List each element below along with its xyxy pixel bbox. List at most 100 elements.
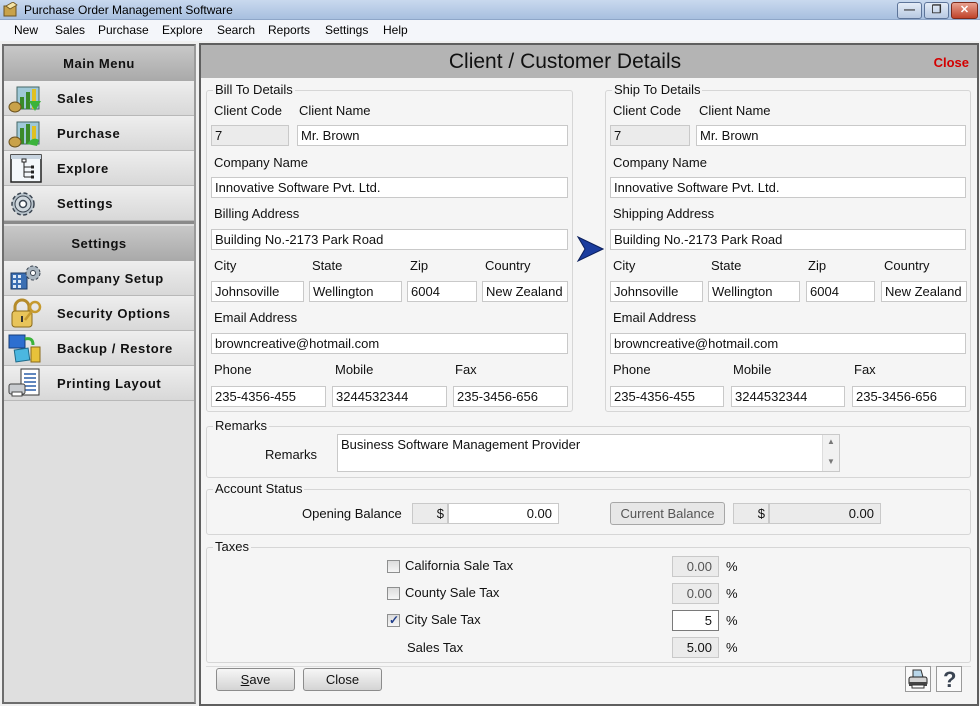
window-title: Purchase Order Management Software: [24, 3, 233, 17]
print-button[interactable]: [905, 666, 931, 692]
ship-company-name-field[interactable]: Innovative Software Pvt. Ltd.: [610, 177, 966, 198]
zip-label: Zip: [808, 258, 827, 273]
menu-purchase[interactable]: Purchase: [98, 23, 149, 37]
ship-phone-field[interactable]: 235-4356-455: [610, 386, 724, 407]
sales-tax-field: 5.00: [672, 637, 719, 658]
menu-bar: New Sales Purchase Explore Search Report…: [0, 20, 980, 41]
sidebar-divider: [4, 221, 194, 224]
bill-company-name-field[interactable]: Innovative Software Pvt. Ltd.: [211, 177, 568, 198]
bill-state-field[interactable]: Wellington: [309, 281, 402, 302]
sidebar-item-company-setup[interactable]: Company Setup: [4, 261, 194, 296]
sidebar-item-settings[interactable]: Settings: [4, 186, 194, 221]
county-tax-checkbox[interactable]: [387, 587, 400, 600]
remarks-scrollbar[interactable]: ▲ ▼: [822, 435, 839, 471]
ship-fax-field[interactable]: 235-3456-656: [852, 386, 966, 407]
ship-client-name-field[interactable]: Mr. Brown: [696, 125, 966, 146]
bill-client-name-field[interactable]: Mr. Brown: [297, 125, 568, 146]
bill-phone-field[interactable]: 235-4356-455: [211, 386, 326, 407]
sidebar-item-label: Purchase: [57, 126, 121, 141]
opening-balance-field[interactable]: 0.00: [448, 503, 559, 524]
city-tax-label: City Sale Tax: [405, 612, 481, 627]
city-tax-checkbox[interactable]: ✓: [387, 613, 400, 627]
sidebar-item-purchase[interactable]: Purchase: [4, 116, 194, 151]
sidebar-item-label: Backup / Restore: [57, 341, 173, 356]
company-name-label: Company Name: [613, 155, 707, 170]
sidebar-item-printing-layout[interactable]: Printing Layout: [4, 366, 194, 401]
sidebar-item-sales[interactable]: Sales: [4, 81, 194, 116]
ship-country-field[interactable]: New Zealand: [881, 281, 967, 302]
restore-button[interactable]: ❐: [924, 2, 949, 19]
window-close-button[interactable]: ✕: [951, 2, 978, 19]
padlock-key-icon: [11, 298, 42, 328]
percent-sign: %: [726, 613, 738, 628]
scroll-up-icon[interactable]: ▲: [827, 437, 835, 446]
minimize-button[interactable]: —: [897, 2, 922, 19]
taxes-group: Taxes California Sale Tax 0.00 % County …: [206, 539, 971, 663]
city-tax-field[interactable]: 5: [672, 610, 719, 631]
menu-settings[interactable]: Settings: [325, 23, 368, 37]
save-button[interactable]: Save: [216, 668, 295, 691]
sidebar: Main Menu Sales Purchase Explore Setting…: [2, 44, 196, 704]
settings-heading: Settings: [4, 226, 194, 261]
scroll-down-icon[interactable]: ▼: [827, 457, 835, 466]
bill-zip-field[interactable]: 6004: [407, 281, 477, 302]
sales-tax-label: Sales Tax: [407, 640, 464, 655]
ship-client-code-field: 7: [610, 125, 690, 146]
company-name-label: Company Name: [214, 155, 308, 170]
help-button[interactable]: ?: [936, 666, 962, 692]
opening-currency-symbol: $: [412, 503, 448, 524]
client-code-label: Client Code: [613, 103, 681, 118]
sidebar-item-label: Explore: [57, 161, 109, 176]
menu-sales[interactable]: Sales: [55, 23, 85, 37]
current-balance-button[interactable]: Current Balance: [610, 502, 725, 525]
main-menu-heading: Main Menu: [4, 46, 194, 81]
city-label: City: [214, 258, 237, 273]
ship-email-field[interactable]: browncreative@hotmail.com: [610, 333, 966, 354]
sales-chart-icon: [8, 86, 41, 113]
sidebar-item-explore[interactable]: Explore: [4, 151, 194, 186]
sidebar-item-backup-restore[interactable]: Backup / Restore: [4, 331, 194, 366]
bill-country-field[interactable]: New Zealand: [482, 281, 568, 302]
panel-header: Client / Customer Details Close: [201, 45, 977, 78]
county-tax-field: 0.00: [672, 583, 719, 604]
header-close-link[interactable]: Close: [934, 55, 969, 70]
bill-fax-field[interactable]: 235-3456-656: [453, 386, 568, 407]
ship-zip-field[interactable]: 6004: [806, 281, 875, 302]
ship-to-group: Ship To Details Client Code Client Name …: [605, 82, 971, 412]
zip-label: Zip: [410, 258, 429, 273]
sidebar-item-label: Printing Layout: [57, 376, 162, 391]
ship-mobile-field[interactable]: 3244532344: [731, 386, 845, 407]
taxes-legend: Taxes: [213, 539, 251, 554]
menu-search[interactable]: Search: [217, 23, 255, 37]
menu-explore[interactable]: Explore: [162, 23, 203, 37]
remarks-textarea[interactable]: Business Software Management Provider: [337, 434, 840, 472]
copy-to-ship-arrow-icon[interactable]: [576, 235, 604, 263]
menu-help[interactable]: Help: [383, 23, 408, 37]
footer-divider: [206, 666, 971, 667]
percent-sign: %: [726, 640, 738, 655]
gear-icon: [11, 192, 35, 216]
menu-reports[interactable]: Reports: [268, 23, 310, 37]
bill-client-code-field: 7: [211, 125, 289, 146]
california-tax-field: 0.00: [672, 556, 719, 577]
remarks-label: Remarks: [265, 447, 318, 462]
close-button[interactable]: Close: [303, 668, 382, 691]
shipping-address-field[interactable]: Building No.-2173 Park Road: [610, 229, 966, 250]
bill-email-field[interactable]: browncreative@hotmail.com: [211, 333, 568, 354]
purchase-chart-icon: [8, 121, 40, 148]
account-status-legend: Account Status: [213, 481, 305, 496]
phone-label: Phone: [613, 362, 651, 377]
billing-address-field[interactable]: Building No.-2173 Park Road: [211, 229, 568, 250]
bill-city-field[interactable]: Johnsoville: [211, 281, 304, 302]
bill-to-legend: Bill To Details: [213, 82, 295, 97]
sidebar-item-security-options[interactable]: Security Options: [4, 296, 194, 331]
state-label: State: [711, 258, 742, 273]
ship-state-field[interactable]: Wellington: [708, 281, 800, 302]
bill-mobile-field[interactable]: 3244532344: [332, 386, 447, 407]
ship-city-field[interactable]: Johnsoville: [610, 281, 703, 302]
california-tax-checkbox[interactable]: [387, 560, 400, 573]
client-code-label: Client Code: [214, 103, 282, 118]
tree-explorer-icon: [10, 154, 42, 183]
menu-new[interactable]: New: [14, 23, 38, 37]
email-label: Email Address: [214, 310, 298, 325]
